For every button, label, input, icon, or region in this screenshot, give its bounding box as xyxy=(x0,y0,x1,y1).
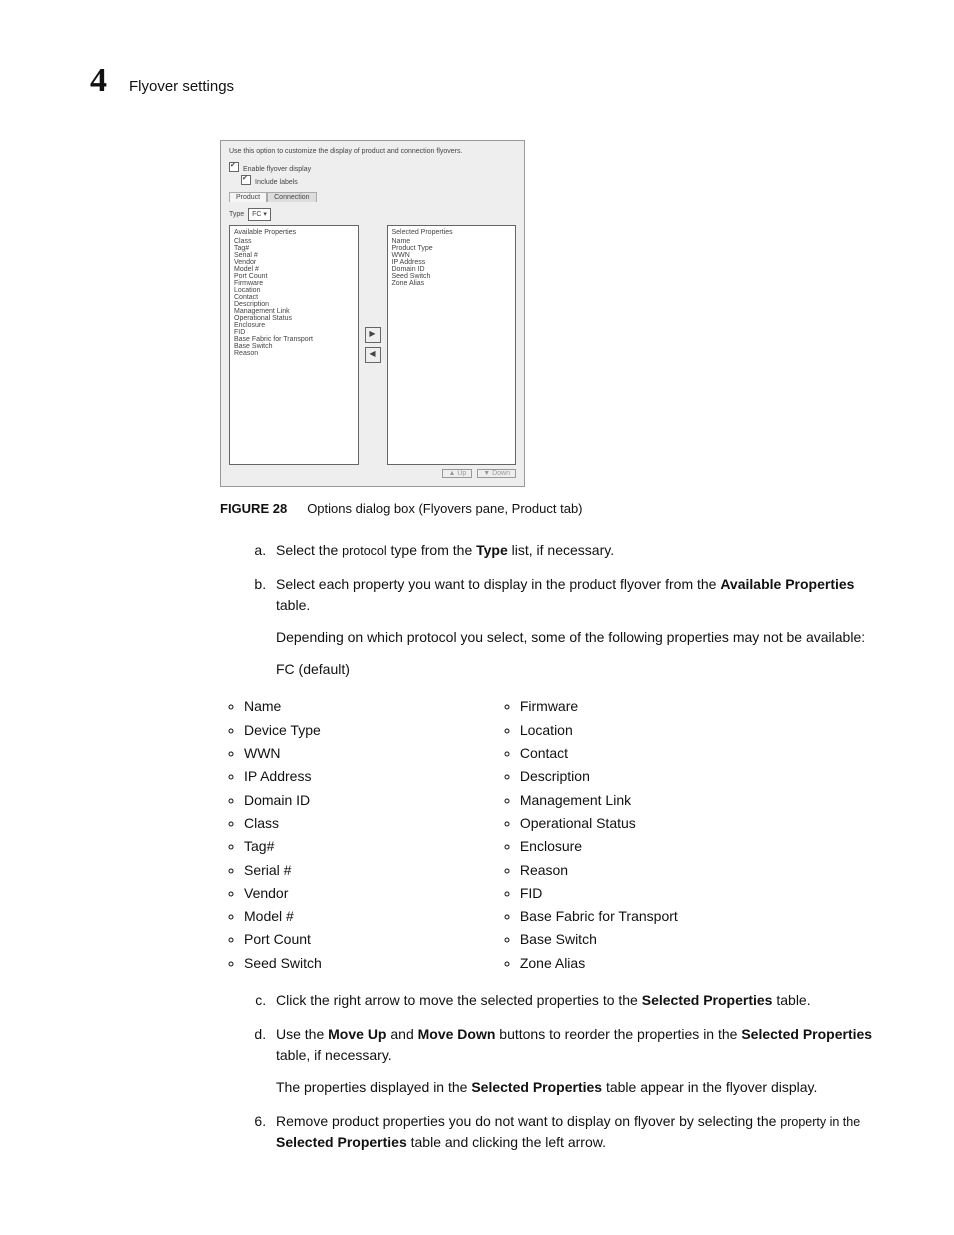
bullet-item: Operational Status xyxy=(520,813,678,833)
figure-text: Options dialog box (Flyovers pane, Produ… xyxy=(307,501,582,516)
bullet-item: Device Type xyxy=(244,720,322,740)
fc-label: FC (default) xyxy=(276,659,879,679)
type-label: Type xyxy=(229,211,244,218)
include-labels-label: Include labels xyxy=(255,179,298,186)
figure-label: FIGURE 28 xyxy=(220,501,287,516)
reorder-buttons: ▲ Up ▼ Down xyxy=(229,469,516,478)
options-dialog-screenshot: Use this option to customize the display… xyxy=(220,140,525,487)
bullet-item: WWN xyxy=(244,743,322,763)
property-bullets: Name Device Type WWN IP Address Domain I… xyxy=(226,693,879,976)
bullet-item: Serial # xyxy=(244,860,322,880)
bullet-item: Reason xyxy=(520,860,678,880)
numbered-steps: Remove product properties you do not wan… xyxy=(242,1111,879,1152)
tab-product[interactable]: Product xyxy=(229,192,267,202)
move-down-button[interactable]: ▼ Down xyxy=(477,469,516,478)
available-properties-list[interactable]: Available Properties Class Tag# Serial #… xyxy=(229,225,359,465)
columns: Available Properties Class Tag# Serial #… xyxy=(229,225,516,465)
move-up-button[interactable]: ▲ Up xyxy=(442,469,472,478)
enable-flyover-label: Enable flyover display xyxy=(243,166,311,173)
list-item[interactable]: Operational Status xyxy=(234,315,354,322)
include-labels-row: Include labels xyxy=(241,174,516,186)
header-title: Flyover settings xyxy=(129,78,234,95)
step-6: Remove product properties you do not wan… xyxy=(270,1111,879,1152)
list-item[interactable]: Product Type xyxy=(392,245,512,252)
enable-flyover-checkbox[interactable] xyxy=(229,162,239,172)
bullet-item: Firmware xyxy=(520,696,678,716)
bullets-left: Name Device Type WWN IP Address Domain I… xyxy=(226,693,322,976)
step-d-para: The properties displayed in the Selected… xyxy=(276,1077,879,1097)
move-buttons: ▶ ◀ xyxy=(365,225,381,465)
tab-bar: ProductConnection xyxy=(229,192,516,202)
list-item[interactable]: Reason xyxy=(234,350,354,357)
include-labels-checkbox[interactable] xyxy=(241,175,251,185)
list-item[interactable]: Location xyxy=(234,287,354,294)
bullet-item: Location xyxy=(520,720,678,740)
bullet-item: Port Count xyxy=(244,929,322,949)
list-item[interactable]: Model # xyxy=(234,266,354,273)
list-item[interactable]: Zone Alias xyxy=(392,280,512,287)
chapter-number: 4 xyxy=(90,62,107,100)
type-row: Type FC ▾ xyxy=(229,208,516,221)
list-item[interactable]: Vendor xyxy=(234,259,354,266)
bullet-item: Zone Alias xyxy=(520,953,678,973)
tab-connection[interactable]: Connection xyxy=(267,192,316,202)
list-item[interactable]: Description xyxy=(234,301,354,308)
page: 4 Flyover settings Use this option to cu… xyxy=(0,0,954,1235)
step-d: Use the Move Up and Move Down buttons to… xyxy=(270,1024,879,1097)
list-item[interactable]: IP Address xyxy=(392,259,512,266)
bullet-item: Contact xyxy=(520,743,678,763)
selected-header: Selected Properties xyxy=(392,229,512,236)
bullet-item: Name xyxy=(244,696,322,716)
figure-caption: FIGURE 28 Options dialog box (Flyovers pa… xyxy=(220,501,879,516)
bullet-item: FID xyxy=(520,883,678,903)
bullet-item: Domain ID xyxy=(244,790,322,810)
list-item[interactable]: Domain ID xyxy=(392,266,512,273)
dialog-intro: Use this option to customize the display… xyxy=(229,148,516,155)
list-item[interactable]: Serial # xyxy=(234,252,354,259)
list-item[interactable]: Enclosure xyxy=(234,322,354,329)
bullet-item: Management Link xyxy=(520,790,678,810)
bullet-item: Enclosure xyxy=(520,836,678,856)
bullet-item: Description xyxy=(520,766,678,786)
bullet-item: Class xyxy=(244,813,322,833)
move-left-button[interactable]: ◀ xyxy=(365,347,381,363)
step-b: Select each property you want to display… xyxy=(270,574,879,976)
list-item[interactable]: Base Fabric for Transport xyxy=(234,336,354,343)
selected-properties-list[interactable]: Selected Properties Name Product Type WW… xyxy=(387,225,517,465)
body-text: Select the protocol type from the Type l… xyxy=(270,540,879,1152)
list-item[interactable]: Firmware xyxy=(234,280,354,287)
list-item[interactable]: Name xyxy=(392,238,512,245)
list-item[interactable]: Management Link xyxy=(234,308,354,315)
bullet-item: Tag# xyxy=(244,836,322,856)
bullet-item: IP Address xyxy=(244,766,322,786)
list-item[interactable]: Contact xyxy=(234,294,354,301)
list-item[interactable]: Seed Switch xyxy=(392,273,512,280)
list-item[interactable]: Tag# xyxy=(234,245,354,252)
move-right-button[interactable]: ▶ xyxy=(365,327,381,343)
step-b-para: Depending on which protocol you select, … xyxy=(276,627,879,647)
substeps: Select the protocol type from the Type l… xyxy=(270,540,879,1097)
step-c: Click the right arrow to move the select… xyxy=(270,990,879,1010)
list-item[interactable]: Base Switch xyxy=(234,343,354,350)
bullet-item: Base Fabric for Transport xyxy=(520,906,678,926)
bullet-item: Model # xyxy=(244,906,322,926)
available-header: Available Properties xyxy=(234,229,354,236)
page-header: 4 Flyover settings xyxy=(90,62,879,100)
bullet-item: Seed Switch xyxy=(244,953,322,973)
list-item[interactable]: Class xyxy=(234,238,354,245)
list-item[interactable]: WWN xyxy=(392,252,512,259)
step-a: Select the protocol type from the Type l… xyxy=(270,540,879,560)
list-item[interactable]: FID xyxy=(234,329,354,336)
type-select[interactable]: FC ▾ xyxy=(248,208,271,221)
enable-flyover-row: Enable flyover display xyxy=(229,161,516,173)
bullet-item: Vendor xyxy=(244,883,322,903)
bullets-right: Firmware Location Contact Description Ma… xyxy=(502,693,678,976)
bullet-item: Base Switch xyxy=(520,929,678,949)
list-item[interactable]: Port Count xyxy=(234,273,354,280)
